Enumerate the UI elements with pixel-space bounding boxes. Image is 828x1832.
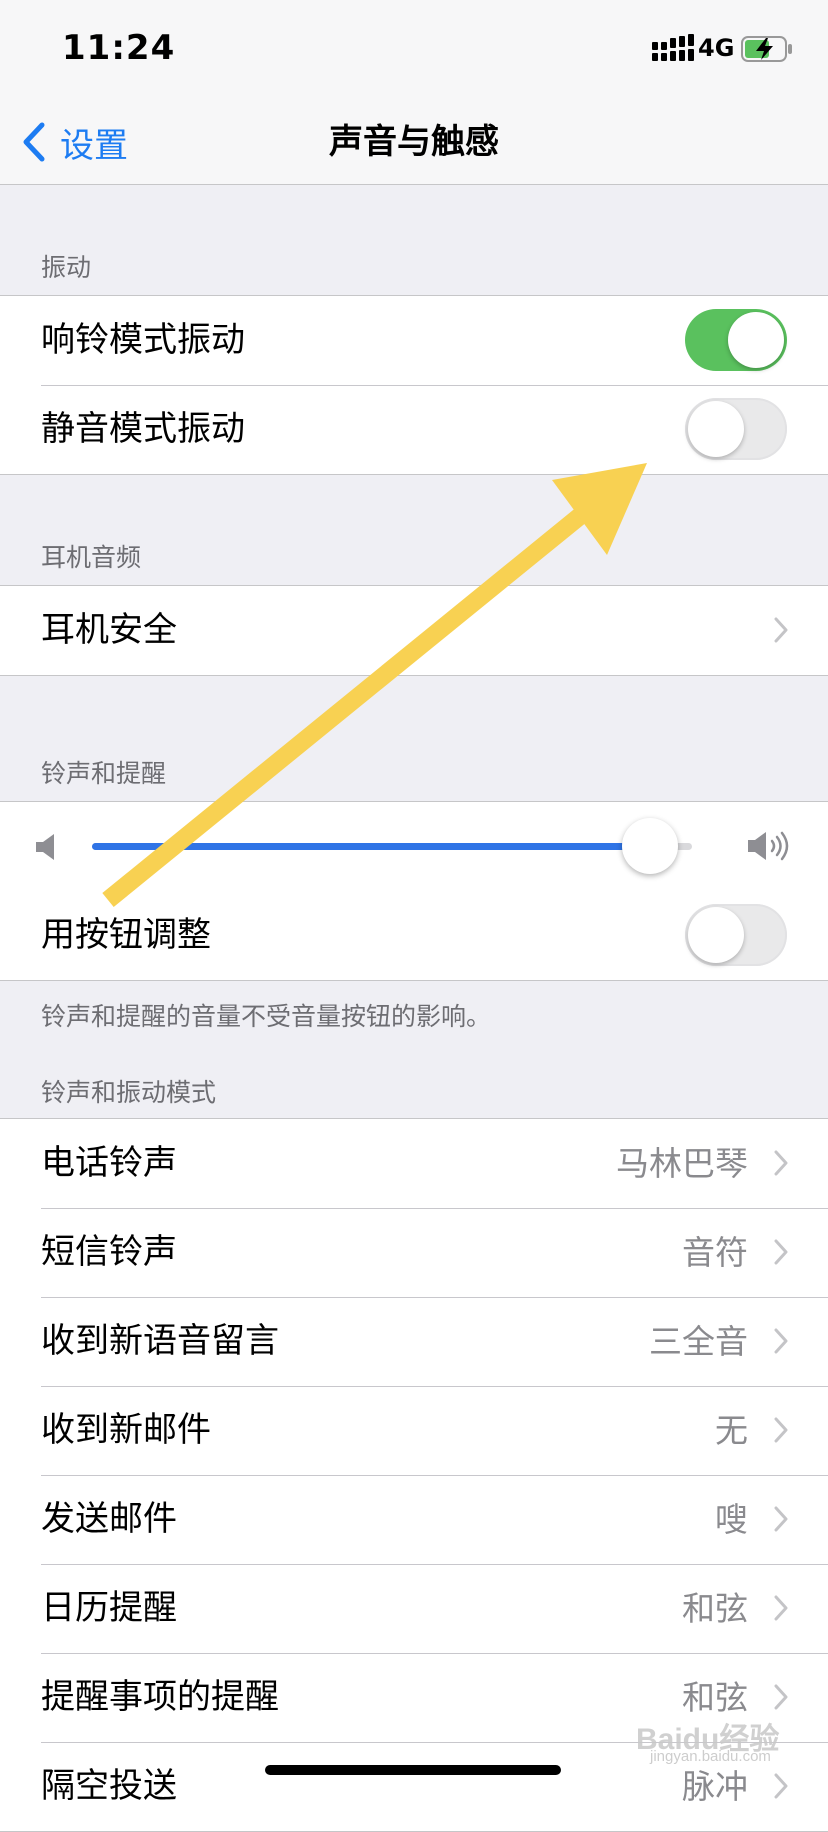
list-item-new-mail[interactable]: 收到新邮件 无: [0, 1386, 828, 1475]
slider-thumb[interactable]: [622, 818, 678, 874]
network-type: 4G: [698, 34, 735, 62]
section-header-headphone-audio: 耳机音频: [41, 543, 142, 572]
vibrate-on-ring-row: 响铃模式振动: [0, 296, 828, 385]
list-item-text-tone[interactable]: 短信铃声 音符: [0, 1208, 828, 1297]
navigation-bar: 设置 声音与触感: [0, 100, 828, 185]
row-label: 静音模式振动: [41, 409, 245, 449]
baidu-watermark-url: jingyan.baidu.com: [650, 1748, 771, 1765]
vibration-group: 响铃模式振动 静音模式振动: [0, 295, 828, 475]
change-with-buttons-row: 用按钮调整: [0, 891, 828, 980]
row-label: 耳机安全: [41, 610, 177, 650]
chevron-right-icon: [774, 1150, 788, 1176]
chevron-right-icon: [774, 1328, 788, 1354]
row-label: 收到新语音留言: [41, 1321, 279, 1361]
vibrate-on-silent-toggle[interactable]: [685, 398, 787, 460]
vibrate-on-ring-toggle[interactable]: [685, 309, 787, 371]
row-value: 和弦: [682, 1589, 748, 1628]
row-value: 无: [715, 1411, 748, 1450]
row-label: 用按钮调整: [41, 915, 211, 955]
row-label: 提醒事项的提醒: [41, 1677, 279, 1717]
headphone-audio-group: 耳机安全: [0, 585, 828, 676]
chevron-right-icon: [774, 1239, 788, 1265]
cellular-signal-icon: [652, 34, 694, 61]
section-header-vibration: 振动: [41, 253, 92, 282]
chevron-right-icon: [774, 1684, 788, 1710]
row-value: 三全音: [649, 1322, 748, 1361]
ringer-volume-slider[interactable]: [92, 818, 692, 874]
row-label: 隔空投送: [41, 1766, 177, 1806]
toggle-knob: [728, 312, 784, 368]
change-with-buttons-toggle[interactable]: [685, 904, 787, 966]
list-item-calendar-alerts[interactable]: 日历提醒 和弦: [0, 1564, 828, 1653]
row-label: 发送邮件: [41, 1499, 177, 1539]
toggle-knob: [688, 401, 744, 457]
toggle-knob: [688, 907, 744, 963]
ringer-alerts-group: 用按钮调整: [0, 801, 828, 981]
row-value: 音符: [682, 1233, 748, 1272]
row-label: 短信铃声: [41, 1232, 177, 1272]
ringer-alerts-footer: 铃声和提醒的音量不受音量按钮的影响。: [41, 1002, 492, 1031]
row-label: 日历提醒: [41, 1588, 177, 1628]
list-item-sent-mail[interactable]: 发送邮件 嗖: [0, 1475, 828, 1564]
chevron-right-icon: [774, 1773, 788, 1799]
chevron-right-icon: [774, 617, 788, 643]
page-title: 声音与触感: [329, 122, 499, 162]
chevron-right-icon: [774, 1595, 788, 1621]
ringer-volume-row: [0, 802, 828, 891]
vibrate-on-silent-row: 静音模式振动: [0, 385, 828, 474]
slider-fill: [92, 843, 650, 850]
chevron-right-icon: [774, 1417, 788, 1443]
chevron-right-icon: [774, 1506, 788, 1532]
status-time: 11:24: [62, 28, 176, 68]
speaker-high-icon: [748, 831, 789, 861]
headphone-safety-row[interactable]: 耳机安全: [0, 586, 828, 675]
speaker-low-icon: [36, 834, 54, 860]
row-value: 马林巴琴: [616, 1144, 748, 1183]
list-item-new-voicemail[interactable]: 收到新语音留言 三全音: [0, 1297, 828, 1386]
status-bar: 11:24 4G: [0, 0, 828, 100]
section-header-sounds-patterns: 铃声和振动模式: [41, 1078, 217, 1107]
row-value: 嗖: [715, 1500, 748, 1539]
section-header-ringer-alerts: 铃声和提醒: [41, 759, 167, 788]
row-label: 收到新邮件: [41, 1410, 211, 1450]
row-label: 电话铃声: [41, 1143, 177, 1183]
row-label: 响铃模式振动: [41, 320, 245, 360]
battery-charging-icon: [741, 36, 792, 62]
home-indicator: [265, 1765, 561, 1775]
list-item-ringtone[interactable]: 电话铃声 马林巴琴: [0, 1119, 828, 1208]
